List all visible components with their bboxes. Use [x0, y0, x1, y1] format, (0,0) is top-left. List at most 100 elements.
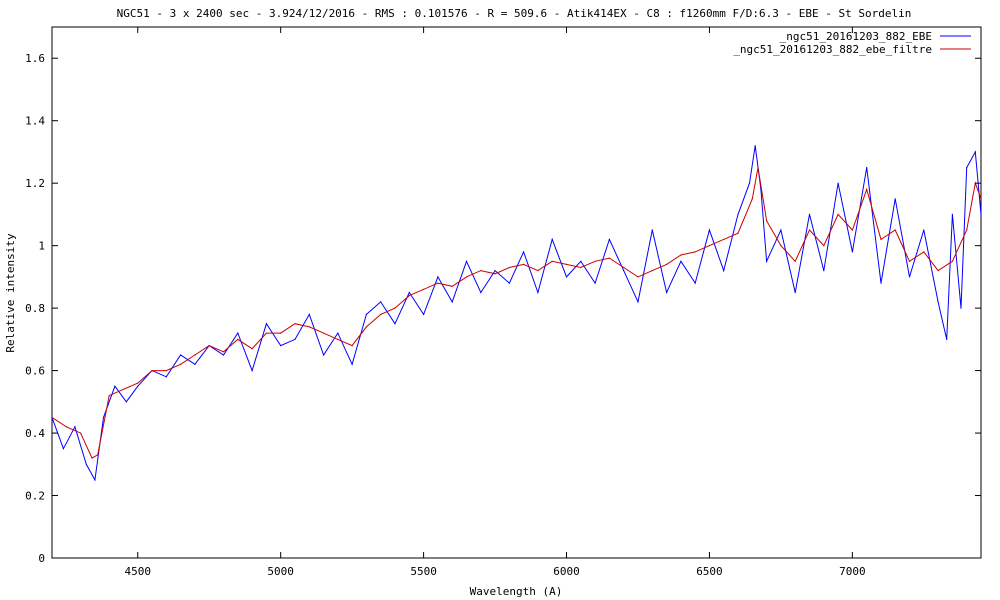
series-1-point [580, 260, 582, 262]
series-1-point [194, 363, 196, 365]
series-1-point [608, 238, 611, 240]
series-2-point [951, 260, 954, 262]
x-tick-label: 5500 [410, 565, 437, 578]
series-1-point [508, 282, 510, 284]
series-1-point [125, 401, 127, 403]
series-1-point [966, 167, 968, 169]
series-2-point [180, 363, 182, 365]
series-2-point [866, 188, 868, 190]
series-2-point [194, 354, 196, 356]
series-1-point [708, 229, 711, 231]
series-1-point [323, 354, 325, 356]
series-2-point [937, 270, 939, 272]
series-2-point [694, 251, 696, 253]
series-1-point [623, 270, 625, 272]
series-2-point [280, 332, 282, 334]
series-1-point [465, 260, 468, 262]
series-1-point [974, 151, 976, 153]
series-1-point [894, 198, 896, 200]
series-2-point [608, 257, 611, 259]
series-2-point [308, 326, 310, 328]
y-tick-label: 0.8 [25, 302, 45, 315]
series-1-point [851, 251, 854, 253]
series-1-point [551, 238, 553, 240]
series-2-point [494, 273, 496, 275]
series-1-point [265, 323, 267, 325]
series-1-point [85, 463, 87, 465]
y-axis-label: Relative intensity [4, 233, 17, 353]
y-tick-label: 0.4 [25, 427, 45, 440]
series-2-point [666, 263, 668, 265]
series-2-point [637, 276, 639, 278]
series-1-point [408, 291, 410, 294]
series-2-point [265, 332, 267, 334]
series-1-point [222, 354, 225, 356]
series-1-point [780, 229, 782, 231]
series-2-point [122, 388, 125, 390]
spectrum-chart: NGC51 - 3 x 2400 sec - 3.924/12/2016 - R… [0, 0, 1000, 600]
series-1-point [351, 363, 353, 365]
series-1-point [137, 385, 139, 387]
series-1-point [960, 307, 962, 309]
series-1-point [808, 213, 811, 215]
y-tick-label: 1 [38, 240, 45, 253]
series-2-point [508, 266, 510, 269]
series-2-point [480, 270, 482, 272]
x-axis-label: Wavelength (A) [470, 585, 563, 598]
series-2-point [394, 307, 396, 309]
series-2-point [237, 338, 239, 340]
series-2-point [294, 323, 296, 325]
series-2-point [365, 326, 367, 328]
series-2-point [323, 332, 325, 334]
series-1-point [394, 323, 396, 325]
series-1-point [923, 229, 925, 231]
series-2-point [580, 266, 582, 269]
series-2-point [65, 426, 67, 428]
series-1-point [723, 270, 725, 272]
series-2-point [766, 220, 768, 222]
series-2-point [351, 345, 353, 347]
series-2-point [780, 245, 782, 247]
series-2-point [966, 229, 968, 231]
series-1-point [946, 338, 948, 340]
series-1-point [423, 313, 425, 315]
series-1-point [251, 370, 253, 372]
series-1-point [866, 167, 868, 169]
series-1-point [180, 354, 182, 356]
series-2-point [97, 454, 99, 456]
series-1-point [680, 260, 682, 262]
series-1-point [666, 291, 668, 294]
series-1-point [794, 291, 796, 294]
y-tick-label: 1.2 [25, 177, 45, 190]
series-2-point [751, 198, 753, 200]
y-tick-label: 0.6 [25, 365, 45, 378]
series-2-point [708, 245, 711, 247]
series-1-point [494, 270, 496, 272]
series-2-point [794, 260, 796, 262]
series-1-point [823, 270, 825, 272]
series-1-point [565, 276, 568, 278]
series-1-point [237, 332, 239, 334]
series-2-point [737, 232, 739, 234]
series-2-point [723, 238, 725, 240]
series-2-point [108, 395, 110, 397]
series-2-point [594, 260, 596, 262]
series-1-point [480, 291, 482, 294]
y-tick-label: 1.6 [25, 52, 45, 65]
series-1-point [365, 313, 367, 315]
y-tick-label: 0.2 [25, 490, 45, 503]
series-1-point [737, 213, 739, 215]
series-2-point [423, 288, 425, 290]
series-1-point [937, 301, 939, 303]
series-2-point [380, 313, 382, 315]
series-1-point [308, 313, 310, 315]
series-2-point [623, 266, 625, 269]
series-2-point [808, 229, 811, 231]
series-1-point [165, 376, 167, 378]
series-2-point [337, 338, 339, 340]
series-2-point [651, 270, 653, 272]
series-2-point [91, 457, 93, 459]
series-2-point [823, 245, 825, 247]
series-1-point [337, 332, 339, 334]
x-tick-label: 7000 [839, 565, 866, 578]
